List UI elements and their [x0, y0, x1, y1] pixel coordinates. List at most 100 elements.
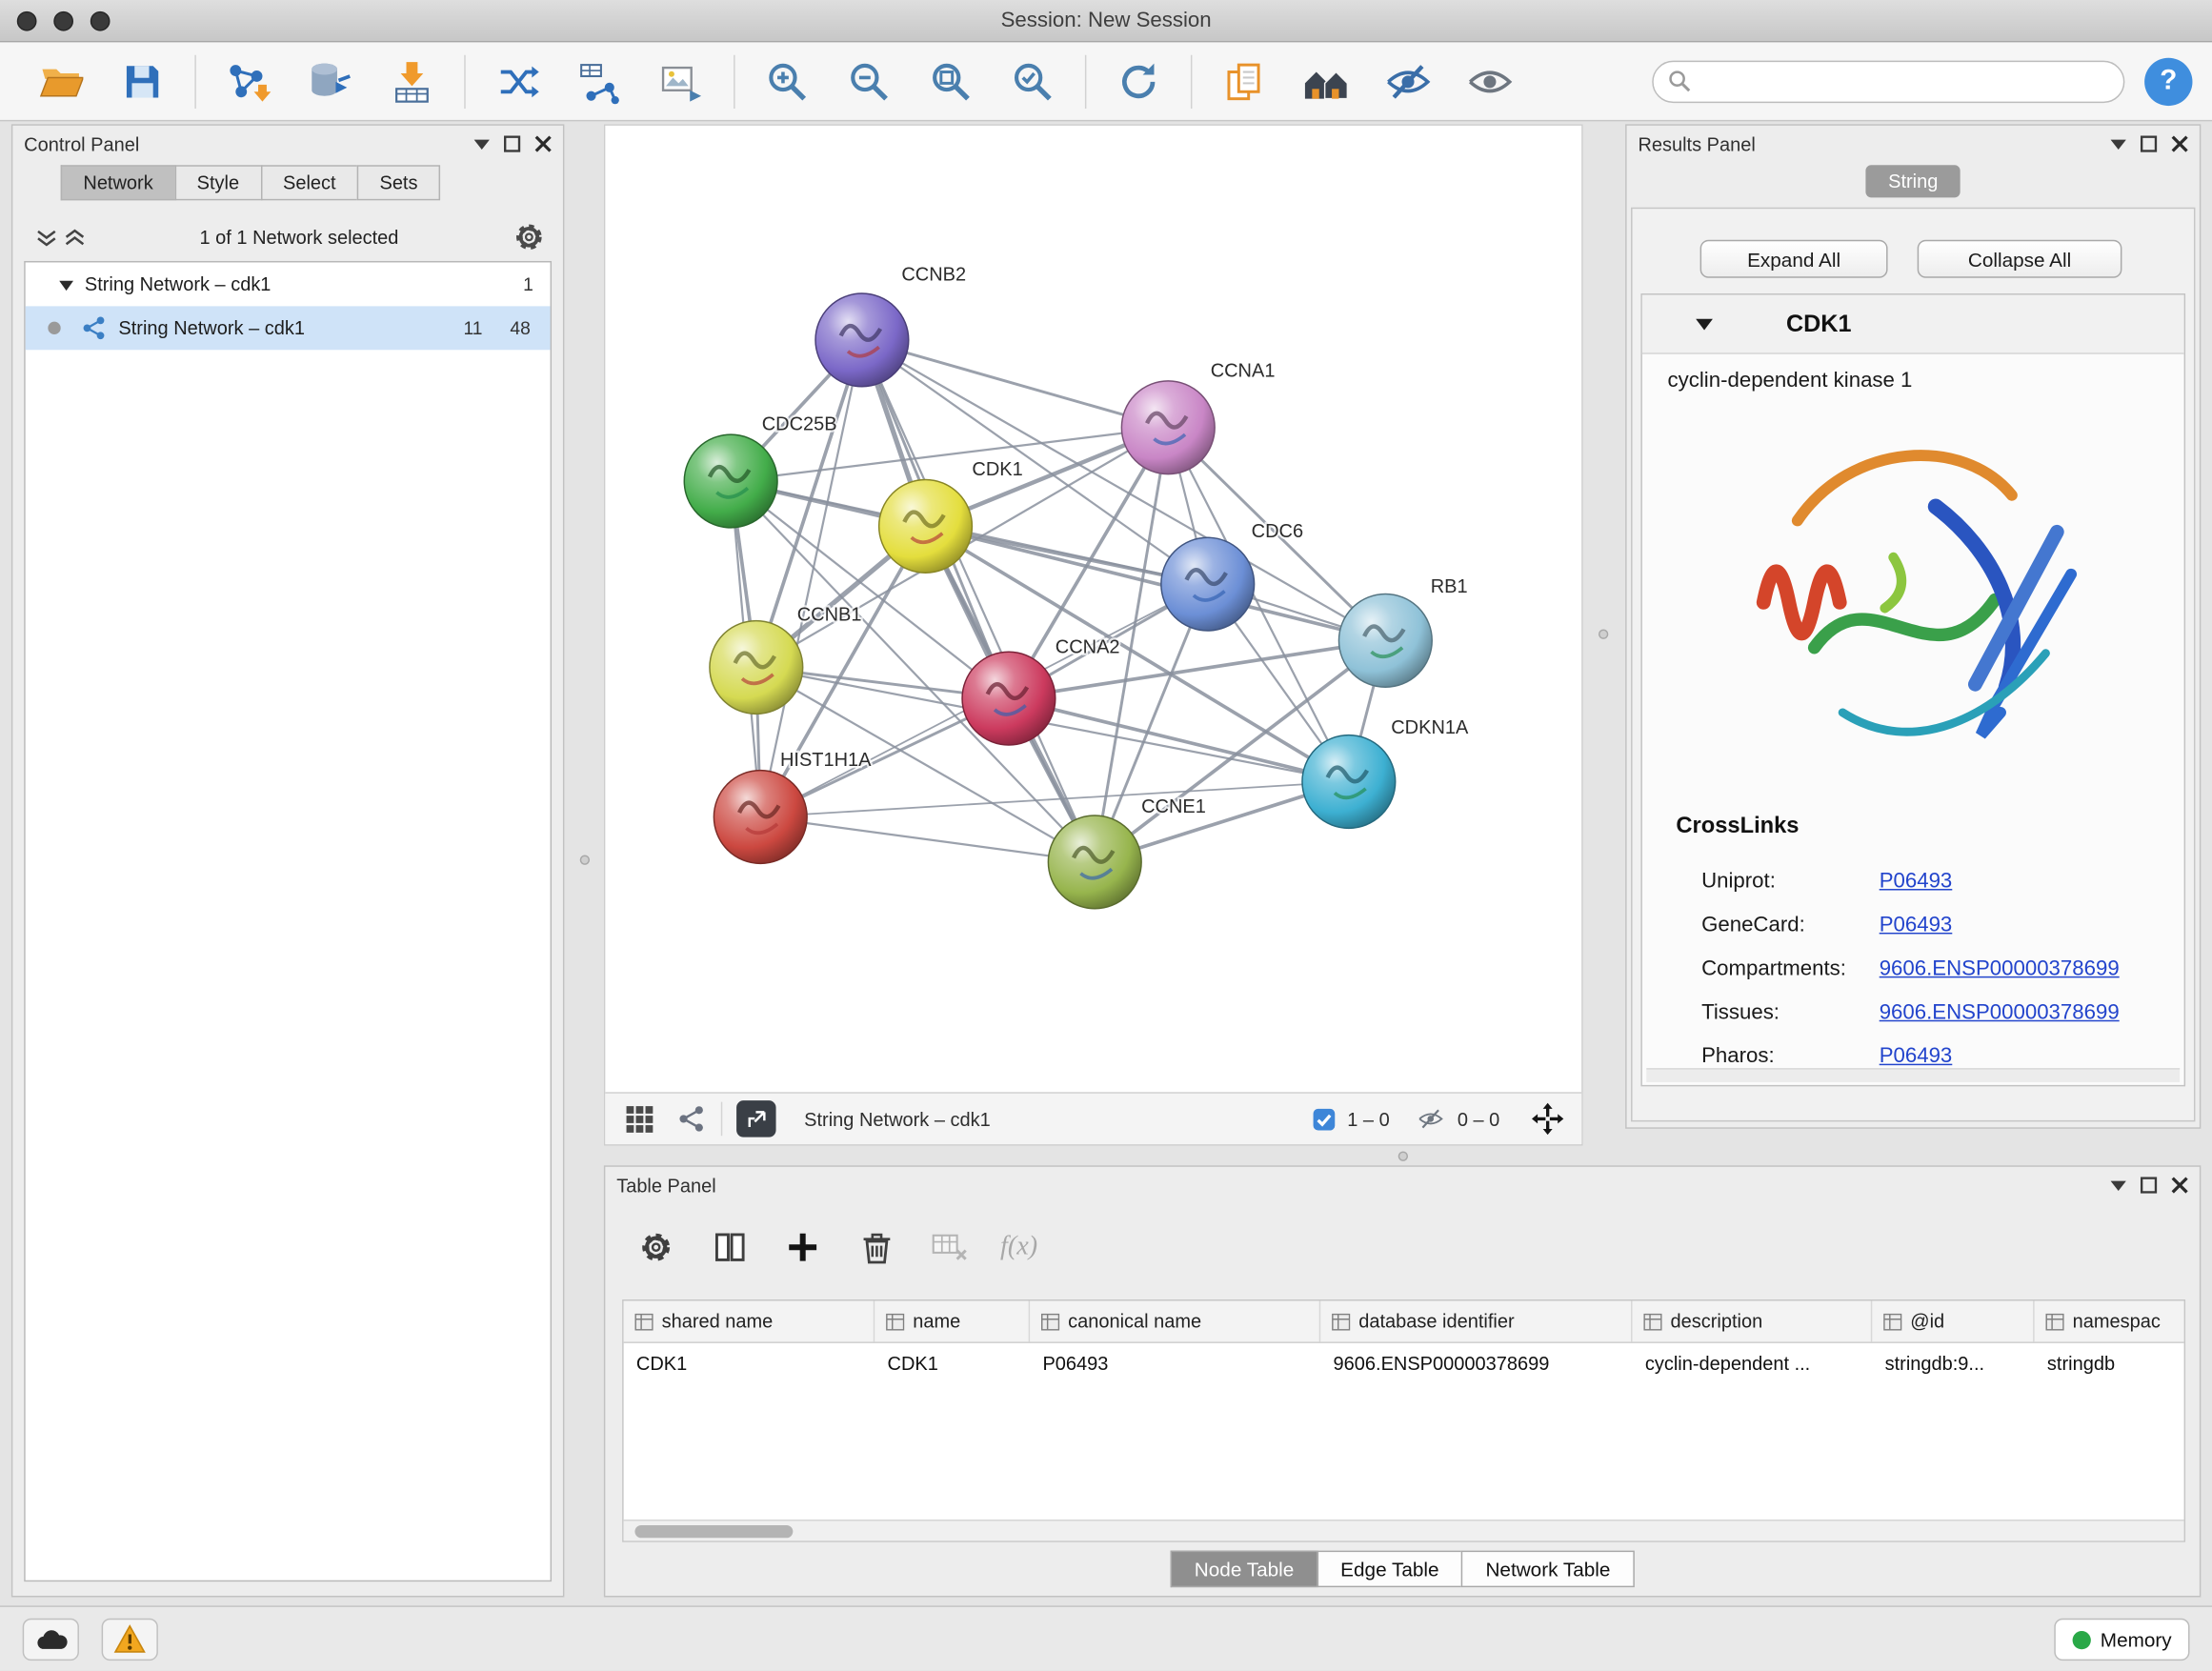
search-box[interactable]	[1652, 60, 2124, 102]
save-session-icon[interactable]	[111, 49, 175, 113]
tab-select[interactable]: Select	[260, 165, 356, 200]
export-image-icon[interactable]	[649, 49, 714, 113]
zoom-out-icon[interactable]	[836, 49, 901, 113]
open-session-icon[interactable]	[29, 49, 93, 113]
crosslink-value-link[interactable]: 9606.ENSP00000378699	[1880, 1000, 2120, 1024]
card-caret-icon[interactable]	[1696, 317, 1713, 330]
tab-network-table[interactable]: Network Table	[1461, 1551, 1634, 1588]
tab-style[interactable]: Style	[174, 165, 260, 200]
crosslink-value-link[interactable]: P06493	[1880, 913, 1953, 936]
column-header--id[interactable]: @id	[1872, 1300, 2034, 1341]
help-icon[interactable]: ?	[2144, 57, 2192, 105]
network-share-icon[interactable]	[675, 1103, 707, 1135]
panel-float-icon[interactable]	[2141, 135, 2158, 152]
birds-eye-view-icon[interactable]	[622, 1102, 656, 1137]
refresh-layout-icon[interactable]	[1106, 49, 1171, 113]
minimize-window-button[interactable]	[53, 11, 73, 31]
collapse-all-button[interactable]: Collapse All	[1918, 240, 2122, 278]
new-network-icon[interactable]	[485, 49, 550, 113]
crosslink-value-link[interactable]: P06493	[1880, 1044, 1953, 1068]
node-HIST1H1A[interactable]	[714, 771, 807, 864]
network-row-selected[interactable]: String Network – cdk1 11 48	[26, 306, 551, 350]
network-graph[interactable]: CCNB2CCNA1CDC25BCDK1CDC6RB1CCNB1CCNA2CDK…	[605, 126, 1581, 1092]
panel-collapse-icon[interactable]	[2111, 1179, 2126, 1191]
node-CCNB1[interactable]	[710, 621, 803, 715]
import-network-database-icon[interactable]	[297, 49, 362, 113]
import-network-file-icon[interactable]	[216, 49, 281, 113]
tree-caret-icon[interactable]	[59, 278, 73, 290]
search-input[interactable]	[1700, 70, 2109, 92]
results-scrollbar[interactable]	[1646, 1068, 2180, 1082]
table-row[interactable]: CDK1CDK1P064939606.ENSP00000378699cyclin…	[624, 1343, 2184, 1382]
node-CDC6[interactable]	[1161, 537, 1255, 631]
expand-all-icon[interactable]	[35, 228, 58, 246]
show-eye-icon[interactable]	[1458, 49, 1522, 113]
edge-CCNB2-HIST1H1A[interactable]	[760, 340, 862, 817]
memory-button[interactable]: Memory	[2054, 1619, 2189, 1661]
column-header-description[interactable]: description	[1633, 1300, 1873, 1341]
splitter-handle[interactable]	[1599, 630, 1608, 639]
network-canvas[interactable]: CCNB2CCNA1CDC25BCDK1CDC6RB1CCNB1CCNA2CDK…	[605, 126, 1581, 1092]
zoom-selected-icon[interactable]	[1000, 49, 1065, 113]
table-horizontal-scrollbar[interactable]	[624, 1520, 2184, 1540]
node-CCNE1[interactable]	[1048, 815, 1141, 909]
selected-checkbox-icon[interactable]	[1312, 1107, 1336, 1131]
panel-close-icon[interactable]	[2171, 1177, 2188, 1194]
panel-close-icon[interactable]	[534, 135, 552, 152]
duplicate-document-icon[interactable]	[1212, 49, 1277, 113]
node-CDK1[interactable]	[879, 480, 973, 574]
import-table-icon[interactable]	[379, 49, 444, 113]
cloud-icon[interactable]	[23, 1619, 79, 1661]
home-icon[interactable]	[1294, 49, 1358, 113]
node-CDC25B[interactable]	[684, 434, 777, 528]
close-window-button[interactable]	[17, 11, 37, 31]
zoom-window-button[interactable]	[90, 11, 111, 31]
tab-sets[interactable]: Sets	[357, 165, 440, 200]
splitter-handle[interactable]	[1398, 1151, 1408, 1160]
network-collection-row[interactable]: String Network – cdk1 1	[26, 262, 551, 306]
protein-card: CDK1 cyclin-dependent kinase 1 CrossLink…	[1640, 293, 2185, 1086]
scrollbar-thumb[interactable]	[634, 1525, 793, 1538]
node-CCNB2[interactable]	[815, 293, 909, 387]
collapse-all-icon[interactable]	[64, 228, 87, 246]
edge-CDK1-RB1[interactable]	[926, 526, 1386, 640]
node-CCNA1[interactable]	[1121, 381, 1215, 474]
node-CCNA2[interactable]	[962, 652, 1056, 745]
add-column-icon[interactable]	[771, 1215, 835, 1279]
column-header-namespac[interactable]: namespac	[2035, 1300, 2185, 1341]
column-header-database-identifier[interactable]: database identifier	[1320, 1300, 1632, 1341]
hide-eye-icon[interactable]	[1376, 49, 1440, 113]
expand-all-button[interactable]: Expand All	[1700, 240, 1888, 278]
node-RB1[interactable]	[1338, 594, 1432, 688]
warning-icon[interactable]	[102, 1619, 158, 1661]
open-in-window-icon[interactable]	[736, 1100, 775, 1137]
panel-close-icon[interactable]	[2171, 135, 2188, 152]
node-CDKN1A[interactable]	[1302, 735, 1396, 829]
gear-icon[interactable]	[513, 220, 547, 254]
panel-float-icon[interactable]	[504, 135, 521, 152]
tab-network[interactable]: Network	[61, 165, 174, 200]
panel-float-icon[interactable]	[2141, 1177, 2158, 1194]
splitter-handle[interactable]	[580, 855, 590, 864]
edge-CCNB2-CCNA1[interactable]	[862, 340, 1168, 428]
tab-edge-table[interactable]: Edge Table	[1317, 1551, 1461, 1588]
delete-column-icon[interactable]	[844, 1215, 909, 1279]
column-header-shared-name[interactable]: shared name	[624, 1300, 875, 1341]
panel-collapse-icon[interactable]	[2111, 138, 2126, 150]
tab-node-table[interactable]: Node Table	[1171, 1551, 1317, 1588]
tab-string[interactable]: String	[1865, 165, 1961, 197]
edge-CCNE1-HIST1H1A[interactable]	[760, 816, 1095, 861]
gear-icon[interactable]	[624, 1215, 689, 1279]
select-columns-icon[interactable]	[697, 1215, 762, 1279]
column-header-name[interactable]: name	[875, 1300, 1030, 1341]
new-network-from-table-icon[interactable]	[567, 49, 632, 113]
crosslink-value-link[interactable]: P06493	[1880, 869, 1953, 893]
panel-collapse-icon[interactable]	[474, 138, 490, 150]
hidden-eye-icon[interactable]	[1415, 1106, 1446, 1132]
crosslink-value-link[interactable]: 9606.ENSP00000378699	[1880, 956, 2120, 980]
column-header-canonical-name[interactable]: canonical name	[1030, 1300, 1320, 1341]
zoom-in-icon[interactable]	[754, 49, 819, 113]
zoom-fit-icon[interactable]	[918, 49, 983, 113]
edge-CCNB2-CCNE1[interactable]	[862, 340, 1095, 862]
pan-move-icon[interactable]	[1531, 1102, 1565, 1137]
